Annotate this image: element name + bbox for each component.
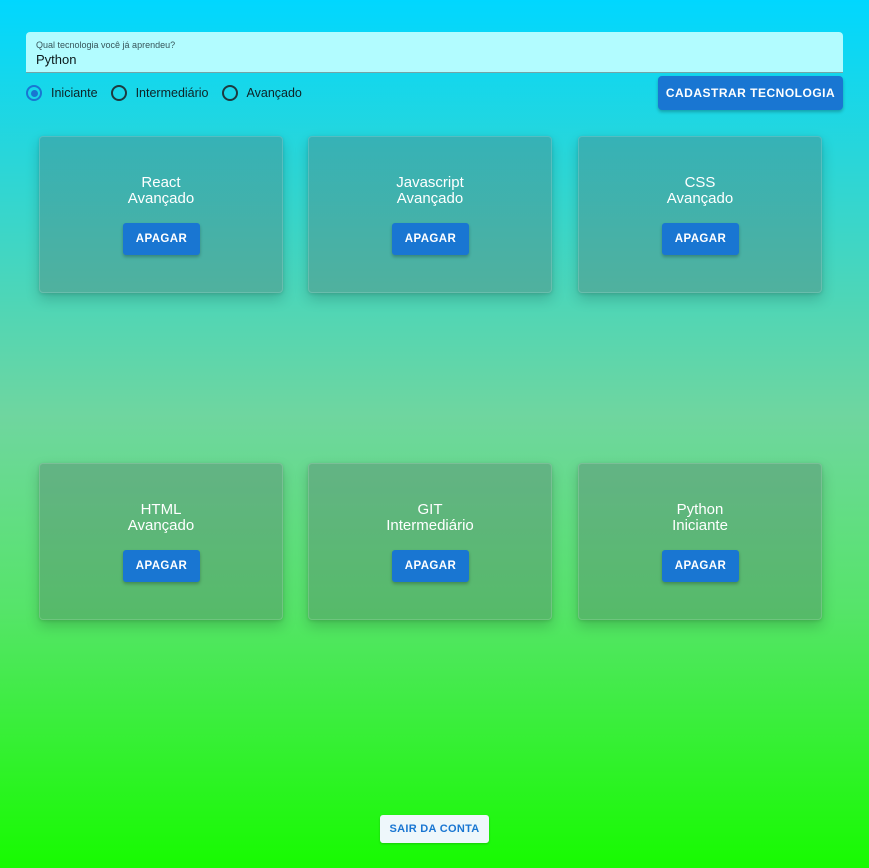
- sair-da-conta-button[interactable]: SAIR DA CONTA: [380, 815, 489, 843]
- tech-level: Avançado: [396, 190, 464, 207]
- tech-name: React: [141, 174, 181, 191]
- tech-name: Python: [676, 501, 724, 518]
- radio-iniciante[interactable]: Iniciante: [26, 85, 98, 101]
- tech-name: HTML: [140, 501, 182, 518]
- tech-level: Iniciante: [672, 517, 728, 534]
- radio-label-avancado: Avançado: [246, 86, 302, 100]
- tech-level: Avançado: [127, 190, 195, 207]
- radio-checked-icon[interactable]: [26, 85, 42, 101]
- radio-label-iniciante: Iniciante: [51, 86, 98, 100]
- radio-intermediario[interactable]: Intermediário: [110, 85, 209, 101]
- apagar-button[interactable]: APAGAR: [392, 550, 469, 582]
- technology-input-field[interactable]: Qual tecnologia você já aprendeu?: [26, 32, 843, 73]
- tech-name: GIT: [417, 501, 443, 518]
- apagar-button[interactable]: APAGAR: [662, 550, 739, 582]
- apagar-button[interactable]: APAGAR: [123, 550, 200, 582]
- tech-level: Intermediário: [386, 517, 474, 534]
- cadastrar-tecnologia-button[interactable]: CADASTRAR TECNOLOGIA: [658, 76, 843, 110]
- tech-level: Avançado: [127, 517, 195, 534]
- radio-unchecked-icon[interactable]: [110, 85, 127, 101]
- tech-level: Avançado: [666, 190, 734, 207]
- apagar-button[interactable]: APAGAR: [392, 223, 469, 255]
- apagar-button[interactable]: APAGAR: [123, 223, 200, 255]
- technology-input[interactable]: [36, 52, 816, 67]
- tech-name: Javascript: [396, 174, 464, 191]
- tech-card: CSS Avançado APAGAR: [578, 136, 822, 293]
- tech-card: HTML Avançado APAGAR: [39, 463, 283, 620]
- tech-name: CSS: [684, 174, 716, 191]
- apagar-button[interactable]: APAGAR: [662, 223, 739, 255]
- technology-input-label: Qual tecnologia você já aprendeu?: [36, 40, 176, 50]
- tech-card: Javascript Avançado APAGAR: [308, 136, 552, 293]
- radio-unchecked-icon[interactable]: [221, 85, 238, 101]
- tech-card: React Avançado APAGAR: [39, 136, 283, 293]
- radio-label-intermediario: Intermediário: [135, 86, 209, 100]
- tech-card: Python Iniciante APAGAR: [578, 463, 822, 620]
- radio-avancado[interactable]: Avançado: [221, 85, 302, 101]
- tech-card: GIT Intermediário APAGAR: [308, 463, 552, 620]
- level-radio-group: Iniciante Intermediário Avançado: [26, 84, 315, 102]
